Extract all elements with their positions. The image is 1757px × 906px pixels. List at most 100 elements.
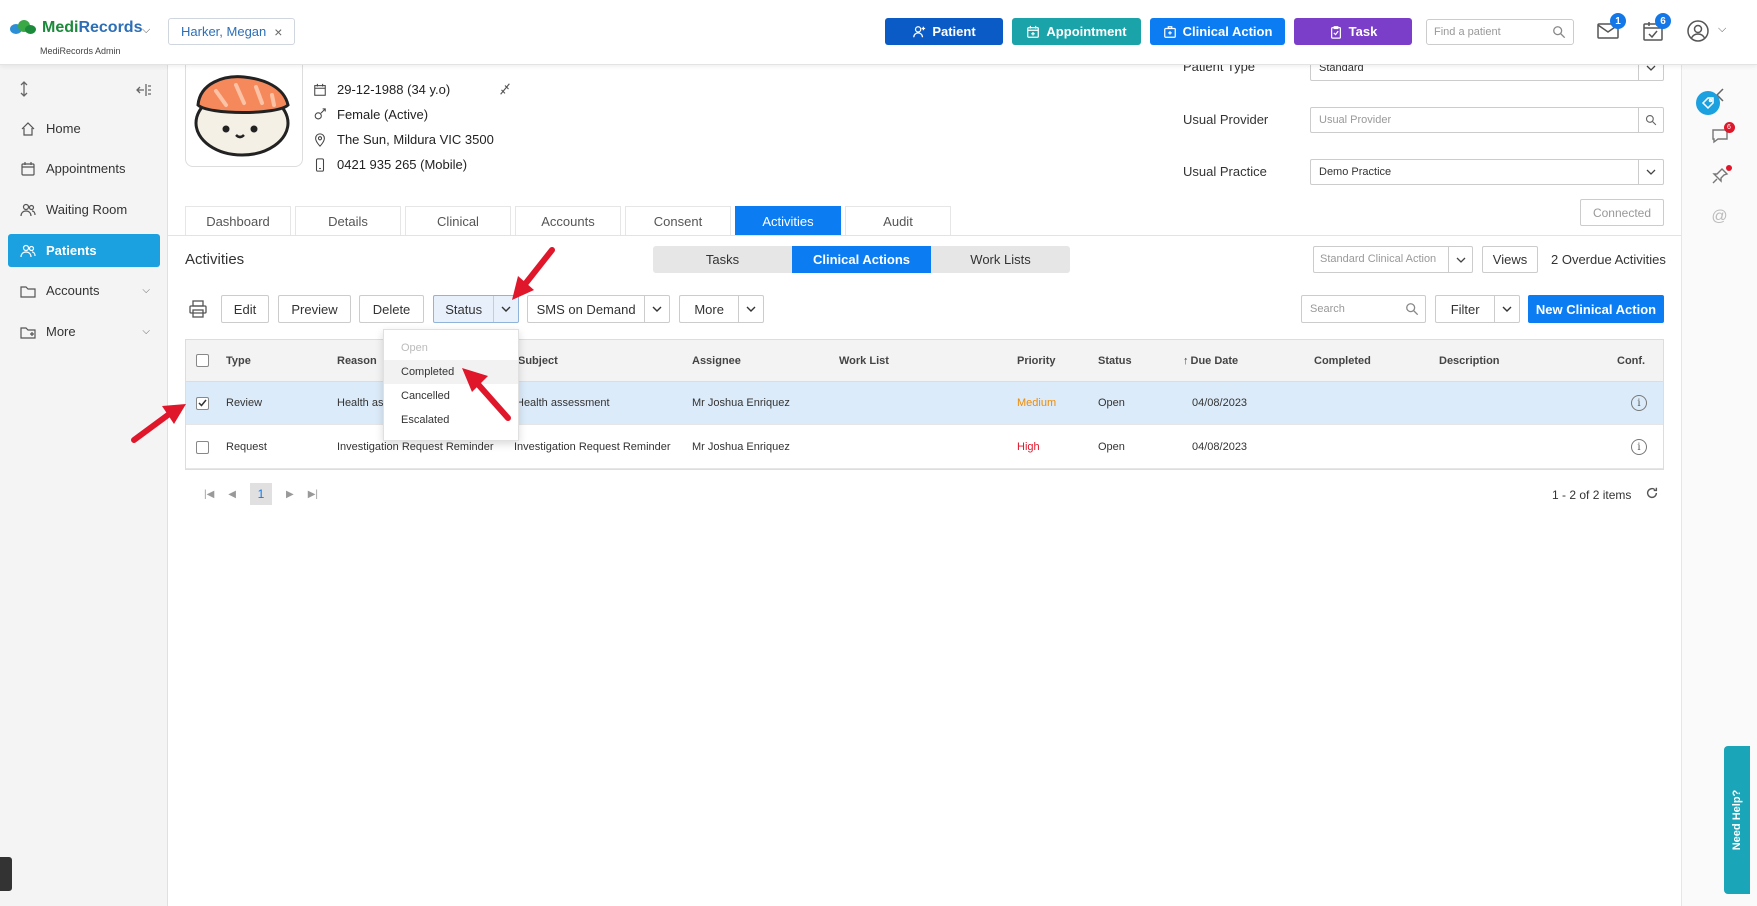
next-page-icon[interactable]: ▶ [286,489,294,500]
sidebar-item-label: Accounts [46,283,100,298]
sidebar-item-accounts[interactable]: Accounts ⌵ [8,274,160,307]
info-icon[interactable]: i [1631,439,1647,455]
chevron-down-icon [746,306,756,312]
user-menu-button[interactable]: ⌵ [1686,19,1730,45]
segment-work-lists[interactable]: Work Lists [931,246,1070,273]
search-icon[interactable] [1405,302,1419,316]
usual-practice-select[interactable]: Demo Practice [1310,159,1664,185]
edit-button[interactable]: Edit [221,295,269,323]
sidebar-item-patients[interactable]: Patients [8,234,160,267]
activities-search-input[interactable]: Search [1301,295,1426,323]
usual-provider-placeholder: Usual Provider [1319,114,1392,126]
column-header-conf[interactable]: Conf. [1617,340,1645,381]
delete-button[interactable]: Delete [359,295,424,323]
column-header-work-list[interactable]: Work List [839,340,889,381]
messages-button[interactable]: 1 [1596,13,1626,45]
column-header-due-date[interactable]: ↑ Due Date [1183,340,1238,381]
patient-phone: 0421 935 265 (Mobile) [313,157,467,172]
status-button[interactable]: Status [434,296,493,322]
row-checkbox[interactable] [196,440,209,454]
new-clinical-action-header-button[interactable]: Clinical Action [1150,18,1285,45]
patient-gender: Female (Active) [313,107,428,122]
first-page-icon[interactable]: |◀ [204,489,214,500]
collapse-sidebar-icon[interactable] [136,83,152,97]
tab-details[interactable]: Details [295,206,401,235]
more-split-button[interactable]: More [679,295,764,323]
side-widget-tab[interactable] [0,857,12,891]
column-header-status[interactable]: Status [1098,340,1132,381]
expand-vertical-icon[interactable] [18,81,30,97]
sms-dropdown-toggle[interactable] [645,296,669,322]
search-icon[interactable] [1552,25,1566,39]
usual-provider-input[interactable]: Usual Provider [1310,107,1664,133]
tab-activities[interactable]: Activities [735,206,841,235]
tab-audit[interactable]: Audit [845,206,951,235]
chevron-down-icon[interactable] [1448,247,1472,272]
column-header-priority[interactable]: Priority [1017,340,1056,381]
printer-icon[interactable] [189,300,207,318]
sidebar-item-label: Home [46,121,81,136]
tab-consent[interactable]: Consent [625,206,731,235]
dna-icon[interactable] [498,82,512,96]
info-icon[interactable]: i [1631,395,1647,411]
chevron-down-icon[interactable]: ⌵ [142,24,150,37]
chat-icon[interactable]: 6 [1711,122,1735,148]
chevron-down-icon[interactable] [1638,160,1663,184]
filter-dropdown-toggle[interactable] [1495,296,1519,322]
need-help-button[interactable]: Need Help? [1724,746,1750,894]
tab-accounts[interactable]: Accounts [515,206,621,235]
column-header-type[interactable]: Type [226,340,251,381]
close-icon[interactable]: × [274,24,282,40]
row-checkbox-checked[interactable] [196,396,209,410]
medirecords-logo[interactable]: MediRecords [8,18,142,38]
sidebar-item-label: Appointments [46,161,126,176]
at-icon[interactable]: @ [1711,208,1727,226]
clinical-action-type-select[interactable]: Standard Clinical Action [1313,246,1473,273]
open-patient-tab[interactable]: Harker, Megan × [168,18,296,45]
new-patient-button[interactable]: Patient [885,18,1003,45]
segment-tasks[interactable]: Tasks [653,246,792,273]
sidebar-item-home[interactable]: Home [8,112,160,145]
previous-page-icon[interactable]: ◀ [228,489,236,500]
location-pin-icon [315,132,325,147]
refresh-icon[interactable] [1645,486,1659,500]
new-clinical-action-button[interactable]: New Clinical Action [1528,295,1664,323]
sidebar-item-waiting-room[interactable]: Waiting Room [8,193,160,226]
search-icon[interactable] [1638,108,1663,132]
usual-practice-value: Demo Practice [1319,166,1392,178]
last-page-icon[interactable]: ▶| [308,489,318,500]
user-circle-icon [1687,20,1709,42]
column-header-completed[interactable]: Completed [1314,340,1371,381]
patient-dob: 29-12-1988 (34 y.o) [313,82,450,97]
tab-clinical[interactable]: Clinical [405,206,511,235]
filter-button[interactable]: Filter [1436,296,1494,322]
select-all-checkbox[interactable] [196,354,209,367]
filter-split-button[interactable]: Filter [1435,295,1520,323]
page-number-current[interactable]: 1 [250,483,272,505]
views-button[interactable]: Views [1482,246,1538,273]
connected-button[interactable]: Connected [1580,199,1664,226]
status-split-button[interactable]: Status [433,295,519,323]
pin-icon[interactable] [1711,165,1732,188]
column-header-description[interactable]: Description [1439,340,1500,381]
more-button[interactable]: More [680,296,738,322]
tag-icon[interactable] [1696,91,1720,115]
sidebar-item-label: Waiting Room [46,202,128,217]
find-patient-input[interactable]: Find a patient [1426,19,1574,45]
sidebar-item-appointments[interactable]: Appointments [8,152,160,185]
preview-button[interactable]: Preview [278,295,351,323]
chevron-down-icon [1502,306,1512,312]
activity-type-segments: Tasks Clinical Actions Work Lists [653,246,1070,273]
new-appointment-button[interactable]: Appointment [1012,18,1141,45]
tab-dashboard[interactable]: Dashboard [185,206,291,235]
segment-clinical-actions[interactable]: Clinical Actions [792,246,931,273]
row-type: Review [226,397,263,409]
calendar-icon [21,161,35,176]
column-header-assignee[interactable]: Assignee [692,340,741,381]
column-header-subject[interactable]: Subject [518,340,558,381]
sidebar-item-more[interactable]: More ⌵ [8,315,160,348]
column-header-reason[interactable]: Reason [337,340,377,381]
more-dropdown-toggle[interactable] [739,296,763,322]
new-task-button[interactable]: Task [1294,18,1412,45]
tasks-button[interactable]: 6 [1641,13,1671,45]
